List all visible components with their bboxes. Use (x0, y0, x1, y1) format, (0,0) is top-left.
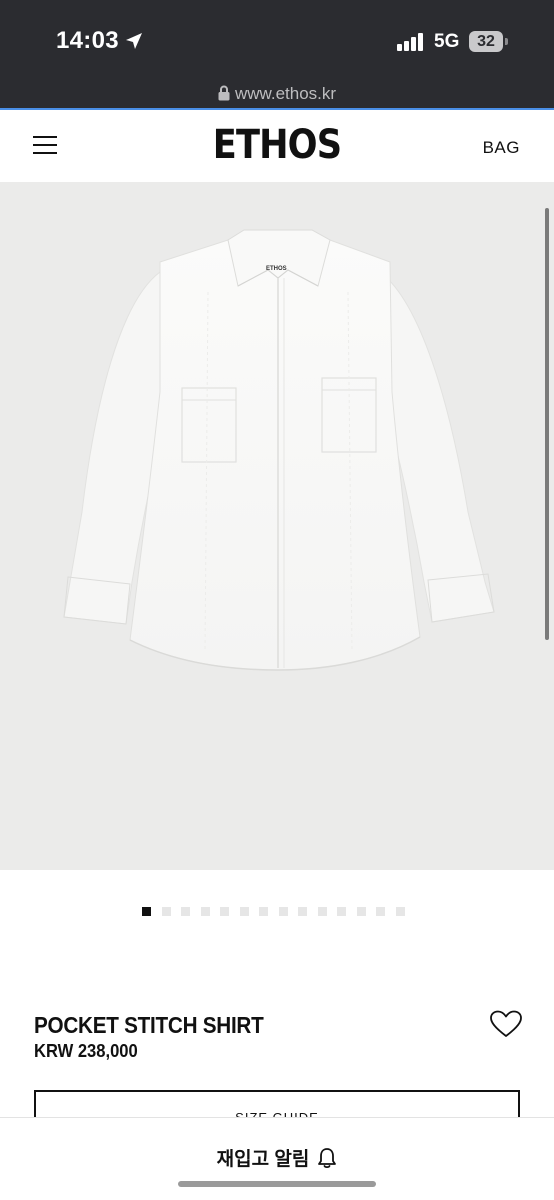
carousel-dot[interactable] (337, 907, 346, 916)
carousel-dot[interactable] (200, 907, 210, 916)
product-price: KRW 238,000 (34, 1041, 138, 1061)
battery-icon: 32 (469, 31, 503, 52)
carousel-dot[interactable] (278, 907, 288, 916)
restock-alert-button[interactable]: 재입고 알림 (0, 1144, 554, 1171)
bag-link[interactable]: BAG (483, 138, 520, 158)
site-logo[interactable]: ETHOS (33, 122, 521, 168)
restock-alert-label: 재입고 알림 (216, 1149, 310, 1170)
carousel-dot[interactable] (395, 907, 405, 916)
url-text[interactable]: www.ethos.kr (235, 84, 336, 103)
browser-url-bar[interactable]: www.ethos.kr (0, 82, 554, 108)
carousel-dot[interactable] (239, 907, 249, 916)
signal-icon (397, 33, 423, 51)
bottom-action-bar: 재입고 알림 (0, 1117, 554, 1200)
carousel-dot[interactable] (161, 907, 171, 916)
status-time: 14:03 (56, 27, 119, 54)
carousel-dot[interactable] (356, 907, 366, 916)
carousel-dot[interactable] (142, 907, 151, 916)
bell-icon (318, 1148, 337, 1169)
shirt-illustration (63, 229, 495, 671)
carousel-dot[interactable] (298, 907, 307, 916)
location-arrow-icon (126, 33, 142, 49)
carousel-dot[interactable] (181, 907, 190, 916)
product-name: POCKET STITCH SHIRT (34, 1012, 264, 1038)
page-scrollbar[interactable] (545, 208, 549, 640)
battery-cap (505, 38, 508, 45)
carousel-dot[interactable] (317, 907, 327, 916)
lock-icon (218, 85, 230, 101)
shirt-collar-label: ETHOS (266, 266, 287, 272)
product-image[interactable]: ETHOS (0, 182, 554, 870)
carousel-dot[interactable] (220, 907, 229, 916)
home-indicator[interactable] (178, 1181, 376, 1187)
network-type: 5G (434, 31, 460, 52)
site-header: ETHOS BAG (0, 110, 554, 182)
carousel-dot[interactable] (259, 907, 268, 916)
carousel-dot[interactable] (376, 907, 385, 916)
carousel-pagination (142, 907, 415, 916)
status-bar: 14:03 5G 32 (0, 0, 554, 82)
heart-outline-icon[interactable] (490, 1010, 522, 1038)
